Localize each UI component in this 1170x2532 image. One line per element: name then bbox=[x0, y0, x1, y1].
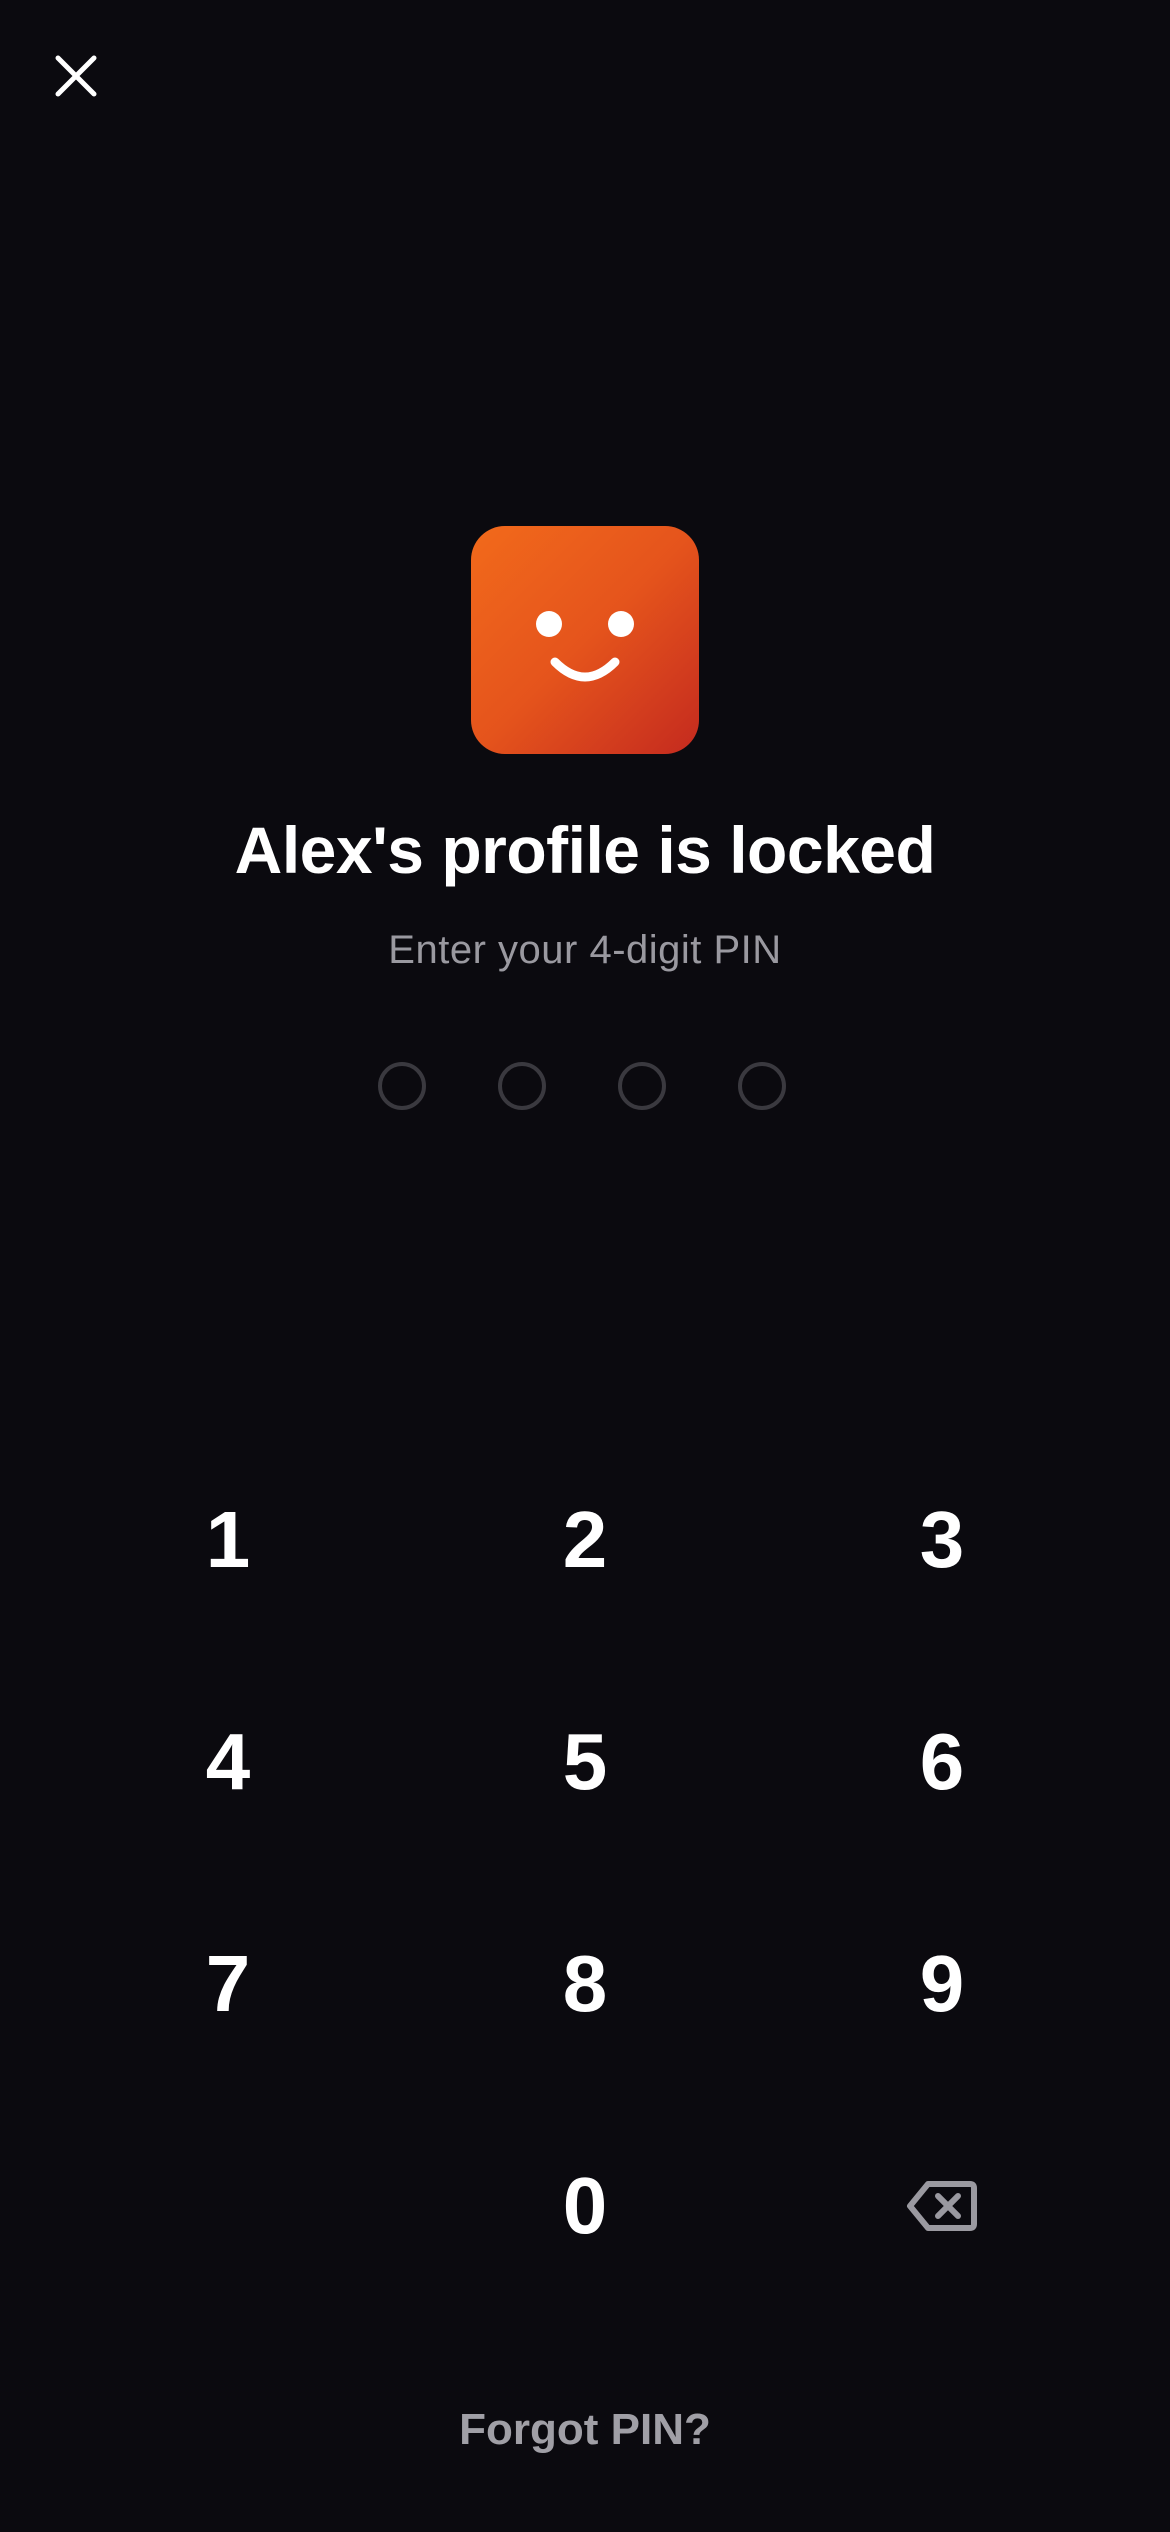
key-3[interactable]: 3 bbox=[822, 1450, 1062, 1630]
smiley-face-icon bbox=[536, 611, 634, 682]
pin-instruction: Enter your 4-digit PIN bbox=[388, 928, 782, 972]
pin-indicator bbox=[378, 1062, 792, 1118]
key-1[interactable]: 1 bbox=[108, 1450, 348, 1630]
key-6[interactable]: 6 bbox=[822, 1672, 1062, 1852]
close-button[interactable] bbox=[38, 38, 114, 114]
close-icon bbox=[55, 55, 97, 97]
pin-dot-1 bbox=[378, 1062, 426, 1110]
key-0[interactable]: 0 bbox=[465, 2116, 705, 2296]
key-2[interactable]: 2 bbox=[465, 1450, 705, 1630]
pin-keypad: 1 2 3 4 5 6 7 8 9 0 bbox=[0, 1450, 1170, 2350]
backspace-icon bbox=[907, 2181, 977, 2231]
key-4[interactable]: 4 bbox=[108, 1672, 348, 1852]
pin-dot-4 bbox=[738, 1062, 786, 1110]
pin-dot-2 bbox=[498, 1062, 546, 1110]
pin-dot-3 bbox=[618, 1062, 666, 1110]
page-title: Alex's profile is locked bbox=[234, 813, 936, 887]
key-5[interactable]: 5 bbox=[465, 1672, 705, 1852]
forgot-pin-link[interactable]: Forgot PIN? bbox=[0, 2405, 1170, 2455]
backspace-button[interactable] bbox=[822, 2116, 1062, 2296]
key-9[interactable]: 9 bbox=[822, 1894, 1062, 2074]
profile-avatar bbox=[471, 526, 699, 754]
key-7[interactable]: 7 bbox=[108, 1894, 348, 2074]
key-8[interactable]: 8 bbox=[465, 1894, 705, 2074]
